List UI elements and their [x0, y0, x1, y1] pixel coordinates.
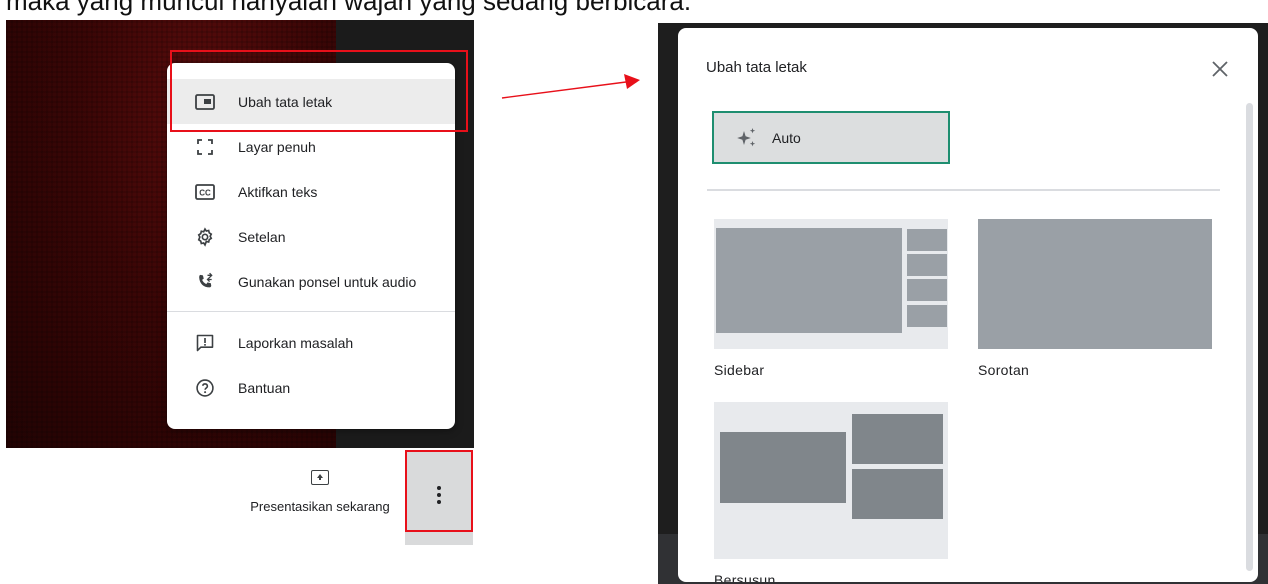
- auto-option-label: Auto: [772, 129, 801, 146]
- pointer-arrow: [501, 74, 640, 99]
- layout-icon: [193, 90, 217, 114]
- more-options-button[interactable]: [405, 451, 473, 545]
- menu-item-label: Setelan: [238, 228, 286, 245]
- menu-item-report-problem[interactable]: Laporkan masalah: [167, 320, 455, 365]
- layout-option-sidebar[interactable]: Sidebar: [714, 219, 948, 379]
- more-vert-icon: [437, 486, 441, 504]
- close-icon[interactable]: [1208, 57, 1232, 81]
- phone-forward-icon: [193, 270, 217, 294]
- layout-option-spotlight[interactable]: Sorotan: [978, 219, 1212, 379]
- menu-item-settings[interactable]: Setelan: [167, 214, 455, 259]
- menu-item-phone-audio[interactable]: Gunakan ponsel untuk audio: [167, 259, 455, 304]
- change-layout-dialog: Ubah tata letak Auto Sidebar Sorotan Ber…: [678, 28, 1258, 582]
- menu-item-label: Laporkan masalah: [238, 334, 354, 351]
- options-menu: Ubah tata letak Layar penuh CC Aktifkan …: [167, 63, 455, 429]
- spotlight-preview: [978, 219, 1212, 349]
- tiled-preview: [714, 402, 948, 559]
- sparkle-icon: [737, 127, 756, 146]
- layout-option-label: Sorotan: [978, 362, 1030, 378]
- menu-item-label: Ubah tata letak: [238, 93, 333, 110]
- feedback-icon: [193, 331, 217, 355]
- present-screen-icon: [311, 470, 329, 485]
- menu-item-help[interactable]: Bantuan: [167, 365, 455, 410]
- gear-icon: [193, 225, 217, 249]
- fullscreen-icon: [193, 135, 217, 159]
- layout-option-auto[interactable]: Auto: [712, 111, 950, 164]
- dialog-scrollbar[interactable]: [1246, 103, 1253, 571]
- menu-item-fullscreen[interactable]: Layar penuh: [167, 124, 455, 169]
- dialog-divider: [707, 189, 1220, 191]
- menu-item-change-layout[interactable]: Ubah tata letak: [167, 79, 455, 124]
- caption-text: maka yang muncul hanyalah wajah yang sed…: [6, 0, 692, 16]
- layout-option-tiled[interactable]: Bersusun: [714, 402, 948, 582]
- present-now-label: Presentasikan sekarang: [250, 499, 390, 514]
- dialog-title: Ubah tata letak: [706, 59, 807, 76]
- layout-option-label: Bersusun: [714, 572, 776, 582]
- present-now-button[interactable]: Presentasikan sekarang: [232, 470, 408, 530]
- menu-item-label: Gunakan ponsel untuk audio: [238, 273, 417, 290]
- svg-text:CC: CC: [199, 188, 211, 197]
- menu-item-label: Layar penuh: [238, 138, 316, 155]
- menu-item-label: Aktifkan teks: [238, 183, 318, 200]
- captions-icon: CC: [193, 180, 217, 204]
- menu-divider: [167, 311, 455, 312]
- sidebar-preview: [714, 219, 948, 349]
- help-icon: [193, 376, 217, 400]
- menu-item-captions[interactable]: CC Aktifkan teks: [167, 169, 455, 214]
- layout-option-label: Sidebar: [714, 362, 765, 378]
- menu-item-label: Bantuan: [238, 379, 291, 396]
